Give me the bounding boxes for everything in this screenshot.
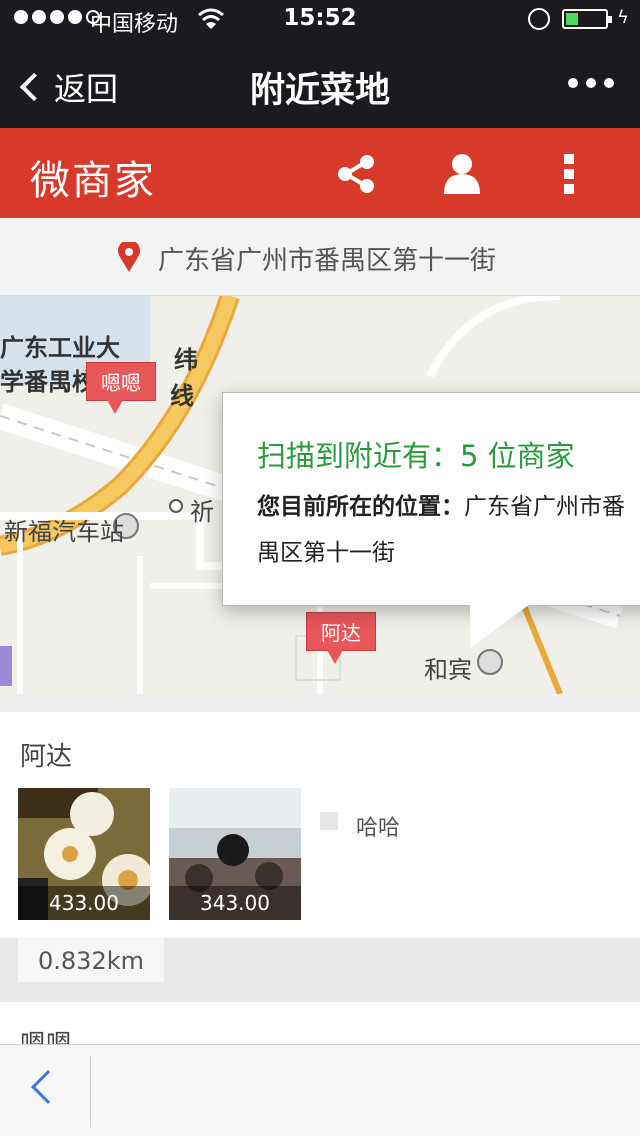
store-name[interactable]: 嗯嗯 [20, 1024, 72, 1046]
map-marker[interactable]: 嗯嗯 [86, 362, 156, 414]
tag-checkbox [320, 812, 338, 830]
map-label: 新福汽车站 [4, 518, 124, 546]
bottom-toolbar [0, 1044, 640, 1136]
map-label: 广东工业大 [0, 334, 120, 362]
more-button[interactable] [568, 78, 614, 88]
location-bar: 广东省广州市番禺区第十一街 [0, 218, 640, 296]
product-thumbnail[interactable]: 433.00 [18, 788, 150, 920]
status-bar: 中国移动 15:52 ϟ [0, 0, 640, 40]
menu-icon[interactable] [564, 154, 576, 194]
map-label: 线 [170, 382, 194, 410]
distance-badge: 0.832km [18, 938, 164, 982]
position-value: 广东省广州市番 [464, 494, 625, 520]
product-thumbnail[interactable]: 343.00 [169, 788, 301, 920]
product-price: 343.00 [169, 886, 301, 920]
page-title: 附近菜地 [249, 71, 390, 111]
brand-bar: 微商家 [0, 128, 640, 218]
charging-icon: ϟ [617, 7, 629, 28]
nav-row: 返回 附近菜地 [0, 40, 640, 128]
user-icon[interactable] [442, 152, 482, 194]
next-store-card[interactable]: 嗯嗯 [0, 1002, 640, 1046]
location-address: 广东省广州市番禺区第十一街 [158, 246, 497, 276]
map-label: 学番禺校 [0, 368, 96, 396]
product-price: 433.00 [18, 886, 150, 920]
brand-logo[interactable]: 微商家 [30, 148, 156, 206]
map-info-popup: 扫描到附近有：5 位商家 您目前所在的位置：广东省广州市番 禺区第十一街 [222, 392, 640, 606]
top-bar: 中国移动 15:52 ϟ 返回 附近菜地 [0, 0, 640, 128]
share-icon[interactable] [336, 154, 376, 194]
position-value-cont: 禺区第十一街 [257, 540, 395, 566]
position-label: 您目前所在的位置： [257, 494, 464, 520]
position-line: 您目前所在的位置：广东省广州市番 [257, 487, 625, 521]
browser-back-icon[interactable] [31, 1070, 65, 1104]
battery-icon [562, 9, 612, 29]
map-label: 纬 [174, 346, 198, 374]
store-name[interactable]: 阿达 [20, 736, 72, 773]
distance-row: 0.832km [0, 938, 640, 1002]
location-pin-icon [118, 242, 140, 272]
map[interactable]: 广东工业大 学番禺校 纬 线 新福汽车站 祈 和宾 嗯嗯 阿达 扫描到附近有：5… [0, 296, 640, 694]
store-tag: 哈哈 [356, 816, 401, 841]
page: 中国移动 15:52 ϟ 返回 附近菜地 微商家 广东省广州市番禺区第十一街 广… [0, 0, 640, 1136]
scan-result-text: 扫描到附近有：5 位商家 [257, 439, 575, 473]
map-label: 和宾 [424, 656, 472, 684]
map-label: 祈 [190, 498, 214, 526]
rotation-lock-icon [528, 8, 550, 30]
divider [90, 1055, 91, 1127]
map-marker[interactable]: 阿达 [306, 612, 376, 664]
popup-tail [470, 604, 530, 648]
store-card[interactable]: 阿达 433.00 343.00 哈哈 [0, 712, 640, 938]
